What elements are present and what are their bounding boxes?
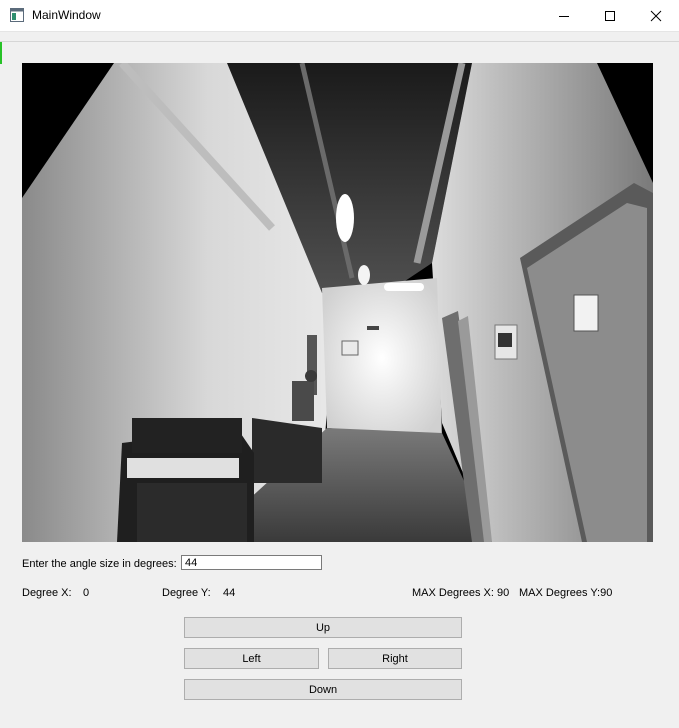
- degree-x-value: 0: [83, 587, 90, 599]
- angle-size-input[interactable]: [181, 555, 322, 570]
- right-button[interactable]: Right: [328, 648, 462, 669]
- up-button-label: Up: [315, 621, 331, 634]
- app-window-icon: [10, 8, 24, 22]
- up-button[interactable]: Up: [184, 617, 462, 638]
- camera-image: [22, 63, 653, 542]
- menu-bar-divider: [0, 41, 679, 42]
- left-button-label: Left: [242, 652, 261, 665]
- degree-x-label: Degree X:: [22, 587, 72, 599]
- title-bar[interactable]: MainWindow: [0, 0, 679, 32]
- right-button-label: Right: [382, 652, 408, 665]
- minimize-button[interactable]: [541, 0, 587, 31]
- minimize-icon: [559, 15, 569, 17]
- degree-y-label: Degree Y:: [162, 587, 211, 599]
- left-button[interactable]: Left: [184, 648, 319, 669]
- close-icon: [650, 10, 662, 21]
- window-title: MainWindow: [32, 8, 101, 22]
- degree-y-value: 44: [223, 587, 236, 599]
- max-degrees-x-label: MAX Degrees X: 90: [412, 587, 510, 599]
- down-button-label: Down: [308, 683, 338, 696]
- down-button[interactable]: Down: [184, 679, 462, 700]
- camera-view: [22, 63, 653, 542]
- maximize-icon: [605, 10, 615, 21]
- close-button[interactable]: [633, 0, 679, 31]
- angle-size-label: Enter the angle size in degrees:: [22, 558, 177, 570]
- window-edge-accent: [0, 42, 2, 64]
- maximize-button[interactable]: [587, 0, 633, 31]
- max-degrees-y-label: MAX Degrees Y:90: [519, 587, 613, 599]
